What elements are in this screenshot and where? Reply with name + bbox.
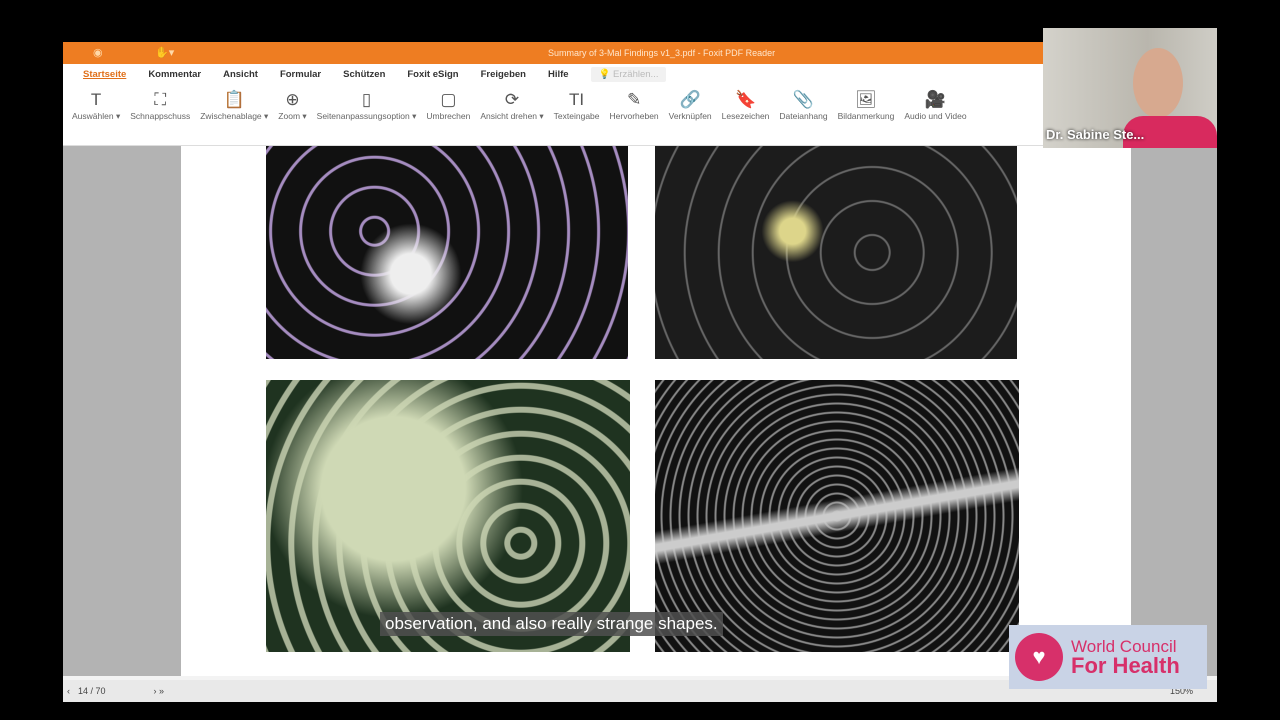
tool-icon: ⛶ <box>154 90 167 109</box>
tool-verknüpfen[interactable]: 🔗 Verknüpfen <box>664 84 717 145</box>
document-area[interactable] <box>63 146 1217 676</box>
tab-kommentar[interactable]: Kommentar <box>148 69 201 80</box>
prev-page-button[interactable]: ‹ <box>67 686 70 696</box>
tool-label: Audio und Video <box>904 111 967 121</box>
next-page-button[interactable]: › » <box>154 686 165 696</box>
tool-zoom[interactable]: ⊕ Zoom ▾ <box>273 84 311 145</box>
tool-icon: ✎ <box>626 90 642 109</box>
tool-icon: T <box>90 90 102 109</box>
tool-bildanmerkung[interactable]: 🖼 Bildanmerkung <box>833 84 900 145</box>
tool-label: Ansicht drehen ▾ <box>480 111 544 121</box>
tool-icon: 🎥 <box>924 90 947 109</box>
brand-line1: World Council <box>1071 636 1177 656</box>
tool-icon: 🔗 <box>679 90 701 109</box>
tool-icon: ▯ <box>361 90 372 109</box>
tool-label: Umbrechen <box>426 111 471 121</box>
tool-icon: ▢ <box>440 90 457 109</box>
tab-foxit-esign[interactable]: Foxit eSign <box>407 69 458 80</box>
speaker-name: Dr. Sabine Ste... <box>1046 127 1145 142</box>
app-logo-icon: ◉ <box>93 47 103 59</box>
tab-formular[interactable]: Formular <box>280 69 321 80</box>
tool-dateianhang[interactable]: 📎 Dateianhang <box>774 84 832 145</box>
speaker-head <box>1133 48 1183 118</box>
tool-icon: ⊕ <box>285 90 300 109</box>
brand-line2: For Health <box>1071 652 1180 678</box>
tool-seitenanpassungsoption[interactable]: ▯ Seitenanpassungsoption ▾ <box>312 84 422 145</box>
tool-label: Texteingabe <box>553 111 600 121</box>
webcam-feed: Dr. Sabine Ste... <box>1043 28 1217 148</box>
tool-label: Verknüpfen <box>668 111 712 121</box>
tool-label: Zwischenablage ▾ <box>200 111 269 121</box>
tool-label: Hervorheben <box>609 111 659 121</box>
tab-ansicht[interactable]: Ansicht <box>223 69 258 80</box>
pdf-page <box>181 146 1131 676</box>
microscopy-image-1 <box>266 146 628 359</box>
tool-audio-und-video[interactable]: 🎥 Audio und Video <box>899 84 971 145</box>
tool-icon: 📋 <box>223 90 245 109</box>
tab-schuetzen[interactable]: Schützen <box>343 69 385 80</box>
tool-label: Seitenanpassungsoption ▾ <box>316 111 417 121</box>
tool-label: Auswählen ▾ <box>72 111 121 121</box>
tool-auswählen[interactable]: T Auswählen ▾ <box>67 84 125 145</box>
microscopy-image-2 <box>655 146 1017 359</box>
tool-icon: ⟳ <box>504 90 520 109</box>
tool-label: Schnappschuss <box>130 111 191 121</box>
page-number-field[interactable]: 14 / 70 <box>78 686 106 696</box>
tool-label: Zoom ▾ <box>278 111 307 121</box>
subtitle-caption: observation, and also really strange sha… <box>380 612 723 636</box>
tab-hilfe[interactable]: Hilfe <box>548 69 569 80</box>
tell-me-search[interactable]: 💡 Erzählen... <box>590 66 667 82</box>
quick-access-icon[interactable]: ✋▾ <box>155 46 174 59</box>
tool-lesezeichen[interactable]: 🔖 Lesezeichen <box>717 84 775 145</box>
tab-startseite[interactable]: Startseite <box>83 69 126 80</box>
tool-schnappschuss[interactable]: ⛶ Schnappschuss <box>125 84 195 145</box>
tool-texteingabe[interactable]: TI Texteingabe <box>549 84 605 145</box>
window-title: Summary of 3-Mal Findings v1_3.pdf - Fox… <box>548 48 776 58</box>
tool-umbrechen[interactable]: ▢ Umbrechen <box>421 84 475 145</box>
tool-icon: TI <box>569 90 585 109</box>
tool-label: Bildanmerkung <box>837 111 895 121</box>
tool-icon: 🔖 <box>734 90 757 109</box>
brand-watermark: ♥ World Council For Health <box>1009 625 1207 689</box>
tool-label: Dateianhang <box>779 111 828 121</box>
tool-zwischenablage[interactable]: 📋 Zwischenablage ▾ <box>195 84 273 145</box>
tool-label: Lesezeichen <box>721 111 770 121</box>
tool-icon: 📎 <box>792 90 815 109</box>
heart-hand-logo-icon: ♥ <box>1015 633 1063 681</box>
tool-icon: 🖼 <box>855 90 877 109</box>
tool-hervorheben[interactable]: ✎ Hervorheben <box>605 84 664 145</box>
tab-freigeben[interactable]: Freigeben <box>481 69 526 80</box>
search-placeholder: Erzählen... <box>613 68 659 80</box>
tool-ansicht-drehen[interactable]: ⟳ Ansicht drehen ▾ <box>475 84 548 145</box>
